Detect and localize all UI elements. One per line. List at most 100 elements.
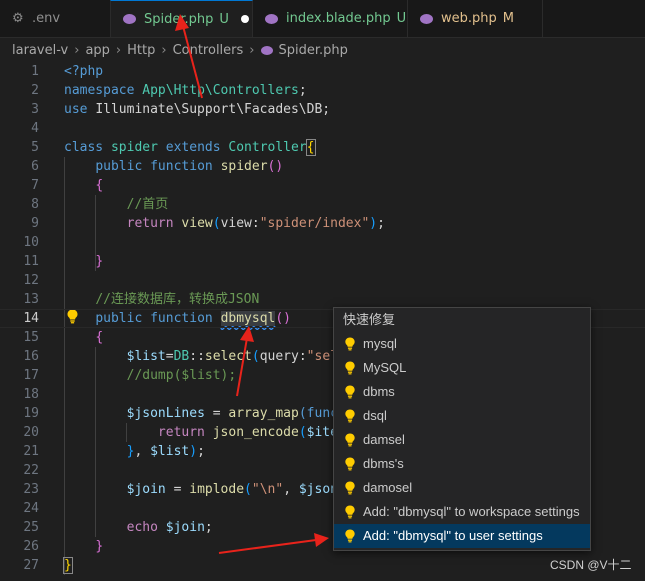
quick-fix-item[interactable]: dbms bbox=[334, 380, 590, 404]
use-path: Illuminate\Support\Facades\DB bbox=[95, 102, 323, 117]
tab-status: U bbox=[396, 11, 407, 26]
keyword: use bbox=[64, 102, 88, 117]
tab-label: web.php bbox=[441, 11, 497, 26]
lightbulb-icon bbox=[345, 529, 355, 543]
line-number: 15 bbox=[23, 330, 39, 345]
comment: //dump($list); bbox=[126, 368, 237, 383]
quick-fix-menu: 快速修复 mysql MySQL dbms dsql damsel dbms's… bbox=[333, 307, 591, 551]
keyword: public bbox=[95, 159, 143, 174]
line-number: 24 bbox=[23, 501, 39, 516]
line-number: 5 bbox=[31, 140, 39, 155]
lightbulb-icon bbox=[345, 457, 355, 471]
tab-index-blade-php[interactable]: index.blade.php U bbox=[253, 0, 408, 37]
line-number: 25 bbox=[23, 520, 39, 535]
keyword: function bbox=[150, 311, 213, 326]
quick-fix-label: dbms bbox=[363, 384, 395, 399]
param-hint: view: bbox=[220, 216, 260, 231]
comment: //首页 bbox=[126, 197, 169, 212]
code-line: //首页 bbox=[64, 195, 645, 214]
php-icon bbox=[265, 13, 278, 24]
php-icon bbox=[123, 14, 136, 24]
quick-fix-item[interactable]: Add: "dbmysql" to workspace settings bbox=[334, 500, 590, 524]
quick-fix-item-selected[interactable]: Add: "dbmysql" to user settings bbox=[334, 524, 590, 548]
line-number: 1 bbox=[31, 64, 39, 79]
tab-status: U bbox=[219, 11, 229, 27]
line-number: 11 bbox=[23, 254, 39, 269]
line-number: 22 bbox=[23, 463, 39, 478]
keyword: public bbox=[95, 311, 143, 326]
line-number: 27 bbox=[23, 558, 39, 573]
comment: //连接数据库，转换成JSON bbox=[95, 292, 260, 307]
quick-fix-label: Add: "dbmysql" to workspace settings bbox=[363, 504, 580, 519]
line-number: 19 bbox=[23, 406, 39, 421]
line-number: 4 bbox=[31, 121, 39, 136]
lightbulb-icon bbox=[345, 505, 355, 519]
line-number: 7 bbox=[31, 178, 39, 193]
line-number: 21 bbox=[23, 444, 39, 459]
breadcrumb-item[interactable]: laravel-v bbox=[12, 43, 68, 58]
keyword: function bbox=[150, 159, 213, 174]
tab-env[interactable]: ⚙ .env bbox=[0, 0, 110, 37]
quick-fix-label: damsel bbox=[363, 432, 405, 447]
quick-fix-title: 快速修复 bbox=[343, 312, 396, 327]
line-number: 10 bbox=[23, 235, 39, 250]
variable: $join bbox=[165, 520, 205, 535]
keyword: echo bbox=[126, 520, 158, 535]
editor-tab-bar: ⚙ .env Spider.php U index.blade.php U we… bbox=[0, 0, 645, 38]
tab-label: .env bbox=[32, 11, 61, 26]
line-number: 13 bbox=[23, 292, 39, 307]
quick-fix-label: dsql bbox=[363, 408, 387, 423]
keyword: namespace bbox=[64, 83, 135, 98]
code-line: class spider extends Controller{ bbox=[64, 139, 316, 156]
function-name: spider bbox=[220, 159, 268, 174]
line-number: 16 bbox=[23, 349, 39, 364]
misspelled-function-name[interactable]: dbmysql bbox=[220, 311, 276, 326]
line-number: 20 bbox=[23, 425, 39, 440]
param-hint: query: bbox=[259, 349, 307, 364]
string: "spider/index" bbox=[259, 216, 370, 231]
quick-fix-item[interactable]: mysql bbox=[334, 332, 590, 356]
tab-web-php[interactable]: web.php M bbox=[408, 0, 543, 37]
quick-fix-item[interactable]: dbms's bbox=[334, 452, 590, 476]
lightbulb-icon bbox=[345, 481, 355, 495]
namespace-name: App\Http\Controllers bbox=[142, 83, 299, 98]
quick-fix-item[interactable]: dsql bbox=[334, 404, 590, 428]
function-name: select bbox=[204, 349, 252, 364]
quick-fix-label: mysql bbox=[363, 336, 397, 351]
lightbulb-icon bbox=[345, 433, 355, 447]
quick-fix-item[interactable]: damsel bbox=[334, 428, 590, 452]
string: "\n" bbox=[251, 482, 284, 497]
tab-spider-php[interactable]: Spider.php U bbox=[110, 0, 253, 37]
code-line: use Illuminate\Support\Facades\DB; bbox=[64, 102, 331, 117]
keyword: return bbox=[157, 425, 205, 440]
quick-fix-label: damosel bbox=[363, 480, 413, 495]
line-number: 8 bbox=[31, 197, 39, 212]
variable: $list bbox=[150, 444, 190, 459]
watermark: CSDN @V十二 bbox=[550, 558, 632, 572]
code-line: return view(view:"spider/index"); bbox=[126, 216, 385, 231]
breadcrumb-item[interactable]: Controllers bbox=[173, 43, 244, 58]
code-line: } bbox=[95, 254, 104, 269]
class-name: spider bbox=[110, 140, 158, 155]
variable: $list bbox=[126, 349, 166, 364]
lightbulb-icon bbox=[345, 361, 355, 375]
breadcrumb-item[interactable]: app bbox=[85, 43, 109, 58]
quick-fix-label: MySQL bbox=[363, 360, 407, 375]
php-icon bbox=[260, 45, 273, 55]
line-number: 12 bbox=[23, 273, 39, 288]
function-name: array_map bbox=[228, 406, 299, 421]
line-number: 18 bbox=[23, 387, 39, 402]
quick-fix-item[interactable]: damosel bbox=[334, 476, 590, 500]
function-name: view bbox=[181, 216, 213, 231]
tab-status: M bbox=[502, 11, 514, 26]
breadcrumb-item[interactable]: Spider.php bbox=[279, 43, 348, 58]
keyword: return bbox=[126, 216, 174, 231]
unsaved-dot-icon[interactable] bbox=[240, 15, 249, 23]
breadcrumb-item[interactable]: Http bbox=[127, 43, 155, 58]
line-number: 23 bbox=[23, 482, 39, 497]
lightbulb-icon bbox=[345, 385, 355, 399]
quick-fix-item[interactable]: MySQL bbox=[334, 356, 590, 380]
